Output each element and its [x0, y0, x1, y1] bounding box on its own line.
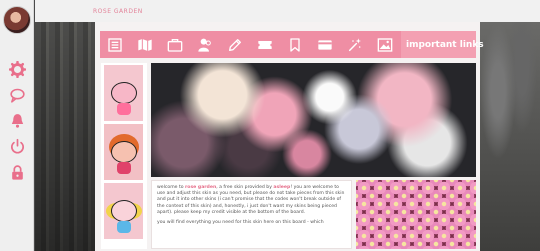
card-icon[interactable] — [316, 36, 333, 53]
welcome-text-box: welcome to rose garden, a free skin prov… — [151, 180, 352, 249]
background-image-right — [480, 22, 540, 251]
welcome-paragraph: welcome to rose garden, a free skin prov… — [157, 185, 346, 216]
users-icon[interactable] — [196, 36, 213, 53]
second-paragraph: you will find everything you need for th… — [157, 220, 324, 226]
briefcase-icon[interactable] — [166, 36, 183, 53]
site-title[interactable]: ROSE GARDEN — [93, 8, 143, 15]
intro-prefix: welcome to — [157, 185, 186, 190]
bell-icon[interactable] — [8, 111, 26, 129]
sparkle-pen-icon[interactable] — [346, 36, 363, 53]
list-icon[interactable] — [106, 36, 123, 53]
left-sidebar — [0, 0, 34, 251]
thumbnail-blossom-orange[interactable] — [104, 124, 143, 180]
character-head — [110, 200, 137, 233]
bookmark-icon[interactable] — [286, 36, 303, 53]
character-head — [110, 82, 137, 115]
intro-mid: , a free skin provided by — [216, 185, 274, 190]
power-icon[interactable] — [8, 137, 26, 155]
important-links-label[interactable]: important links — [406, 40, 484, 50]
character-body — [116, 103, 131, 115]
skin-name-link[interactable]: rose garden — [185, 185, 216, 190]
map-icon[interactable] — [136, 36, 153, 53]
pencil-icon[interactable] — [226, 36, 243, 53]
hero-flower-image — [151, 63, 476, 177]
chat-bubble-icon[interactable] — [8, 86, 26, 104]
avatar[interactable] — [3, 6, 31, 34]
lock-icon[interactable] — [8, 163, 26, 181]
image-icon[interactable] — [376, 36, 393, 53]
character-body — [116, 162, 131, 174]
gear-icon[interactable] — [8, 60, 26, 78]
ticket-icon[interactable] — [256, 36, 273, 53]
thumbnail-blossom[interactable] — [104, 65, 143, 121]
character-head — [110, 141, 137, 174]
character-body — [116, 221, 131, 233]
author-link[interactable]: asleep — [273, 185, 290, 190]
background-image-left — [35, 22, 95, 251]
flower-pattern-image — [356, 180, 476, 249]
thumbnail-bubbles[interactable] — [104, 183, 143, 239]
character-thumbnails — [101, 63, 147, 249]
